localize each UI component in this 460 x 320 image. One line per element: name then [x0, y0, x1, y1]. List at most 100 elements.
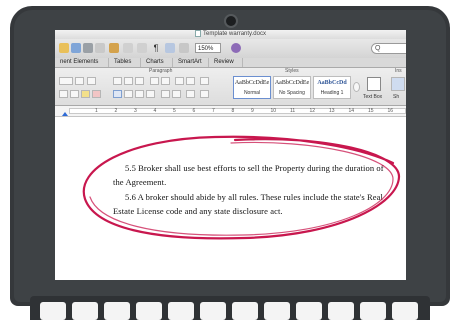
keyboard-key	[136, 302, 162, 320]
keyboard-key	[72, 302, 98, 320]
show-paragraph-marks-button[interactable]	[186, 77, 195, 85]
standard-toolbar: ¶ 150% Q	[55, 39, 406, 59]
keyboard-key	[296, 302, 322, 320]
keyboard-key	[200, 302, 226, 320]
style-no-spacing-label: No Spacing	[279, 90, 305, 96]
annotation-stroke-outer	[82, 135, 401, 240]
ruler-number: 12	[309, 108, 316, 114]
search-icon: Q	[375, 45, 381, 52]
undo-icon[interactable]	[123, 43, 133, 53]
media-browser-icon[interactable]	[179, 43, 189, 53]
borders-button[interactable]	[172, 90, 181, 98]
window-title: Template warranty.docx	[203, 31, 266, 38]
style-heading-1-sample: AaBbCcDd	[317, 80, 347, 86]
tab-document-elements[interactable]: nent Elements	[55, 58, 109, 67]
keyboard-key	[264, 302, 290, 320]
templates-icon[interactable]	[71, 43, 81, 53]
text-box-label: Text Box	[363, 94, 383, 100]
ruler-number: 11	[290, 108, 296, 114]
tab-tables[interactable]: Tables	[109, 58, 141, 67]
ruler-number: 10	[270, 108, 277, 114]
line-spacing-button[interactable]	[200, 77, 209, 85]
left-indent-marker[interactable]	[62, 112, 68, 116]
ruler-number: 5	[173, 108, 176, 114]
save-icon[interactable]	[83, 43, 93, 53]
style-normal-sample: AaBbCcDdEe	[234, 80, 270, 86]
ribbon-tab-bar: nent Elements Tables Charts SmartArt Rev…	[55, 58, 406, 68]
keyboard-key	[40, 302, 66, 320]
numbering-button[interactable]	[124, 77, 133, 85]
keyboard-key	[328, 302, 354, 320]
help-icon[interactable]	[231, 43, 241, 53]
styles-group-label: Styles	[285, 68, 299, 74]
font-size-down-button[interactable]	[75, 77, 84, 85]
document-page[interactable]: 5.5 Broker shall use best efforts to sel…	[55, 117, 406, 280]
word-window: Template warranty.docx ¶ 150% Q nent Ele…	[55, 30, 406, 280]
shading-button[interactable]	[161, 90, 170, 98]
zoom-field[interactable]: 150%	[195, 43, 221, 53]
align-right-button[interactable]	[135, 90, 144, 98]
keyboard-key	[232, 302, 258, 320]
ruler-number: 9	[251, 108, 254, 114]
keyboard-key	[392, 302, 418, 320]
tab-review[interactable]: Review	[209, 58, 243, 67]
style-normal-label: Normal	[243, 90, 261, 96]
insert-group-label: Ins	[395, 68, 402, 74]
tab-charts[interactable]: Charts	[141, 58, 173, 67]
ruler-number: 7	[212, 108, 215, 114]
multilevel-list-button[interactable]	[135, 77, 144, 85]
ruler-number: 1	[95, 108, 98, 114]
ruler: 1 2 3 4 5 6 7 8 9 10 11 12 13 14 15 16	[55, 106, 406, 117]
sidebar-icon[interactable]	[165, 43, 175, 53]
keyboard-key	[104, 302, 130, 320]
decrease-indent-button[interactable]	[150, 77, 159, 85]
style-normal[interactable]: AaBbCcDdEe Normal	[233, 76, 271, 99]
ruler-number: 16	[387, 108, 394, 114]
format-painter-icon[interactable]	[109, 43, 119, 53]
document-icon	[195, 30, 202, 37]
ruler-number: 8	[231, 108, 235, 114]
webcam	[224, 14, 238, 28]
subscript-button[interactable]	[70, 90, 79, 98]
style-no-spacing[interactable]: AaBbCcDdEe No Spacing	[273, 76, 311, 99]
shape-label: Sh	[393, 94, 400, 100]
tab-smartart[interactable]: SmartArt	[173, 58, 209, 67]
align-left-button[interactable]	[113, 90, 122, 98]
styles-scroll-arrow-icon[interactable]	[353, 82, 360, 92]
search-field[interactable]: Q	[371, 43, 406, 54]
print-icon[interactable]	[95, 43, 105, 53]
shape-icon[interactable]	[391, 77, 405, 91]
superscript-button[interactable]	[59, 90, 68, 98]
ribbon: Paragraph Styles Ins AaBbCcDdEe Normal A…	[55, 68, 406, 106]
text-direction-button[interactable]	[200, 90, 209, 98]
ruler-number: 4	[153, 108, 157, 114]
style-no-spacing-sample: AaBbCcDdEe	[274, 80, 310, 86]
ruler-number: 14	[348, 108, 355, 114]
keyboard-key	[168, 302, 194, 320]
columns-button[interactable]	[186, 90, 195, 98]
highlight-button[interactable]	[81, 90, 90, 98]
redo-icon[interactable]	[137, 43, 147, 53]
justify-button[interactable]	[146, 90, 155, 98]
ruler-number: 3	[134, 108, 137, 114]
style-heading-1[interactable]: AaBbCcDd Heading 1	[313, 76, 351, 99]
title-bar: Template warranty.docx	[55, 30, 406, 39]
style-heading-1-label: Heading 1	[320, 90, 344, 96]
ruler-number: 2	[114, 108, 118, 114]
keyboard	[30, 296, 430, 320]
font-color-button[interactable]	[92, 90, 101, 98]
ruler-number: 6	[192, 108, 196, 114]
sort-button[interactable]	[175, 77, 184, 85]
align-center-button[interactable]	[124, 90, 133, 98]
new-document-icon[interactable]	[59, 43, 69, 53]
text-box-icon[interactable]	[367, 77, 381, 91]
clear-formatting-button[interactable]	[87, 77, 96, 85]
circled-text-annotation	[82, 135, 401, 240]
ruler-track	[69, 108, 406, 114]
bullets-button[interactable]	[113, 77, 122, 85]
increase-indent-button[interactable]	[161, 77, 170, 85]
show-formatting-icon[interactable]: ¶	[151, 43, 161, 53]
keyboard-key	[360, 302, 386, 320]
font-size-up-button[interactable]	[59, 77, 73, 85]
ruler-number: 13	[329, 108, 335, 114]
